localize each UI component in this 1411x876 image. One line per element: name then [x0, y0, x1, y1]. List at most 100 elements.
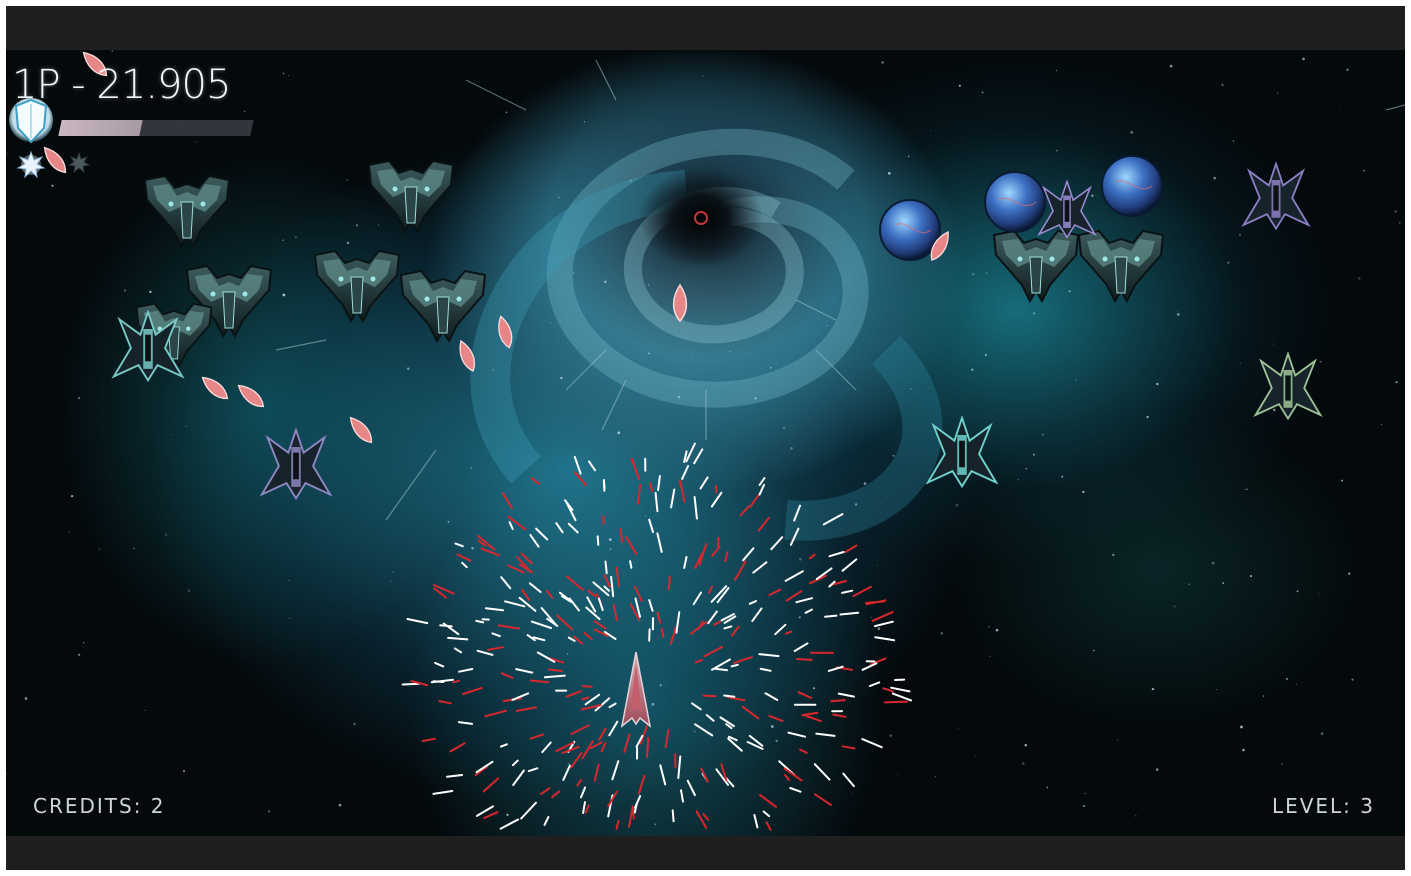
- player-shot: [515, 668, 534, 674]
- player-shot: [432, 790, 454, 795]
- player-shot: [707, 610, 718, 625]
- star: [1070, 266, 1072, 267]
- player-shot: [768, 715, 784, 722]
- star: [958, 84, 961, 87]
- star: [1135, 815, 1137, 817]
- star: [111, 50, 114, 53]
- player-shot: [759, 794, 778, 808]
- star: [51, 184, 54, 187]
- star: [1318, 592, 1320, 594]
- player-shot: [580, 786, 587, 799]
- star: [604, 280, 607, 284]
- star: [790, 447, 793, 450]
- star: [24, 697, 28, 700]
- player-shot: [726, 696, 746, 702]
- star: [813, 687, 815, 690]
- star: [892, 454, 895, 457]
- player-shot: [787, 731, 806, 738]
- star: [1295, 684, 1297, 686]
- enemy-formation-right: [993, 230, 1164, 302]
- star: [804, 176, 806, 178]
- player-shot: [669, 626, 677, 645]
- star: [985, 272, 988, 274]
- player-shot: [520, 552, 533, 565]
- player-shot: [656, 532, 663, 553]
- star: [1068, 490, 1070, 491]
- player-shot: [504, 600, 526, 608]
- player-shot: [758, 477, 766, 486]
- star: [407, 367, 410, 370]
- player-shot: [700, 767, 709, 783]
- star: [896, 774, 898, 776]
- player-shot: [515, 706, 538, 712]
- player-shot: [784, 570, 804, 582]
- player-shot: [671, 809, 675, 823]
- player-shot: [795, 597, 813, 604]
- star: [1056, 150, 1058, 152]
- player-shot: [832, 713, 847, 718]
- game-viewport[interactable]: 1P - 21.905 CREDITS: 2 LEVEL: 3: [6, 50, 1405, 836]
- star: [659, 684, 662, 687]
- player-shot: [484, 607, 505, 612]
- star: [1025, 739, 1027, 741]
- star: [1018, 755, 1020, 757]
- player-shot: [699, 476, 709, 490]
- star: [78, 397, 81, 400]
- star: [648, 352, 650, 355]
- star: [1232, 140, 1235, 142]
- player-shot: [703, 645, 724, 658]
- player-shot: [841, 589, 854, 594]
- star: [1242, 748, 1245, 752]
- star: [187, 589, 191, 592]
- player-shot: [871, 611, 894, 622]
- star: [194, 141, 197, 143]
- player-shot: [679, 480, 686, 503]
- star: [171, 434, 172, 435]
- star: [1296, 590, 1299, 593]
- player-shot: [758, 483, 765, 496]
- star: [1017, 479, 1019, 481]
- player-shot: [543, 816, 550, 826]
- vortex: [470, 128, 943, 541]
- star: [45, 710, 47, 712]
- player-shot: [830, 699, 846, 703]
- star: [1302, 57, 1305, 61]
- player-shot: [712, 667, 728, 672]
- star: [1083, 805, 1086, 808]
- player-shot: [693, 448, 704, 465]
- player-shot: [500, 576, 512, 590]
- player-shot: [770, 536, 784, 551]
- player-shot: [610, 575, 615, 598]
- star: [1025, 468, 1028, 470]
- player-shot: [660, 627, 665, 639]
- enemy-fighter: [1254, 352, 1322, 420]
- star: [729, 350, 731, 353]
- player-shot: [484, 709, 508, 718]
- star: [1341, 479, 1344, 482]
- star: [1130, 130, 1134, 134]
- enemy-heavy-ship: [144, 175, 230, 247]
- star: [995, 628, 999, 632]
- player-shot: [629, 560, 633, 569]
- star: [1022, 762, 1025, 765]
- star: [1033, 453, 1035, 456]
- player-shot: [501, 491, 513, 510]
- star: [70, 494, 74, 498]
- player-shot: [521, 588, 531, 601]
- star: [1244, 488, 1246, 490]
- star: [798, 616, 801, 619]
- star: [78, 653, 81, 656]
- enemy-bullet: [198, 372, 232, 404]
- star: [571, 543, 573, 545]
- star: [133, 547, 135, 550]
- star: [1084, 792, 1087, 795]
- star: [185, 425, 187, 427]
- player-shot: [597, 597, 604, 612]
- player-shot: [694, 723, 714, 737]
- player-shot: [491, 632, 501, 638]
- player-shot: [562, 764, 571, 781]
- star: [114, 369, 116, 371]
- star: [584, 296, 585, 298]
- player-shot: [758, 653, 780, 658]
- enemy-heavy-ship: [368, 160, 454, 232]
